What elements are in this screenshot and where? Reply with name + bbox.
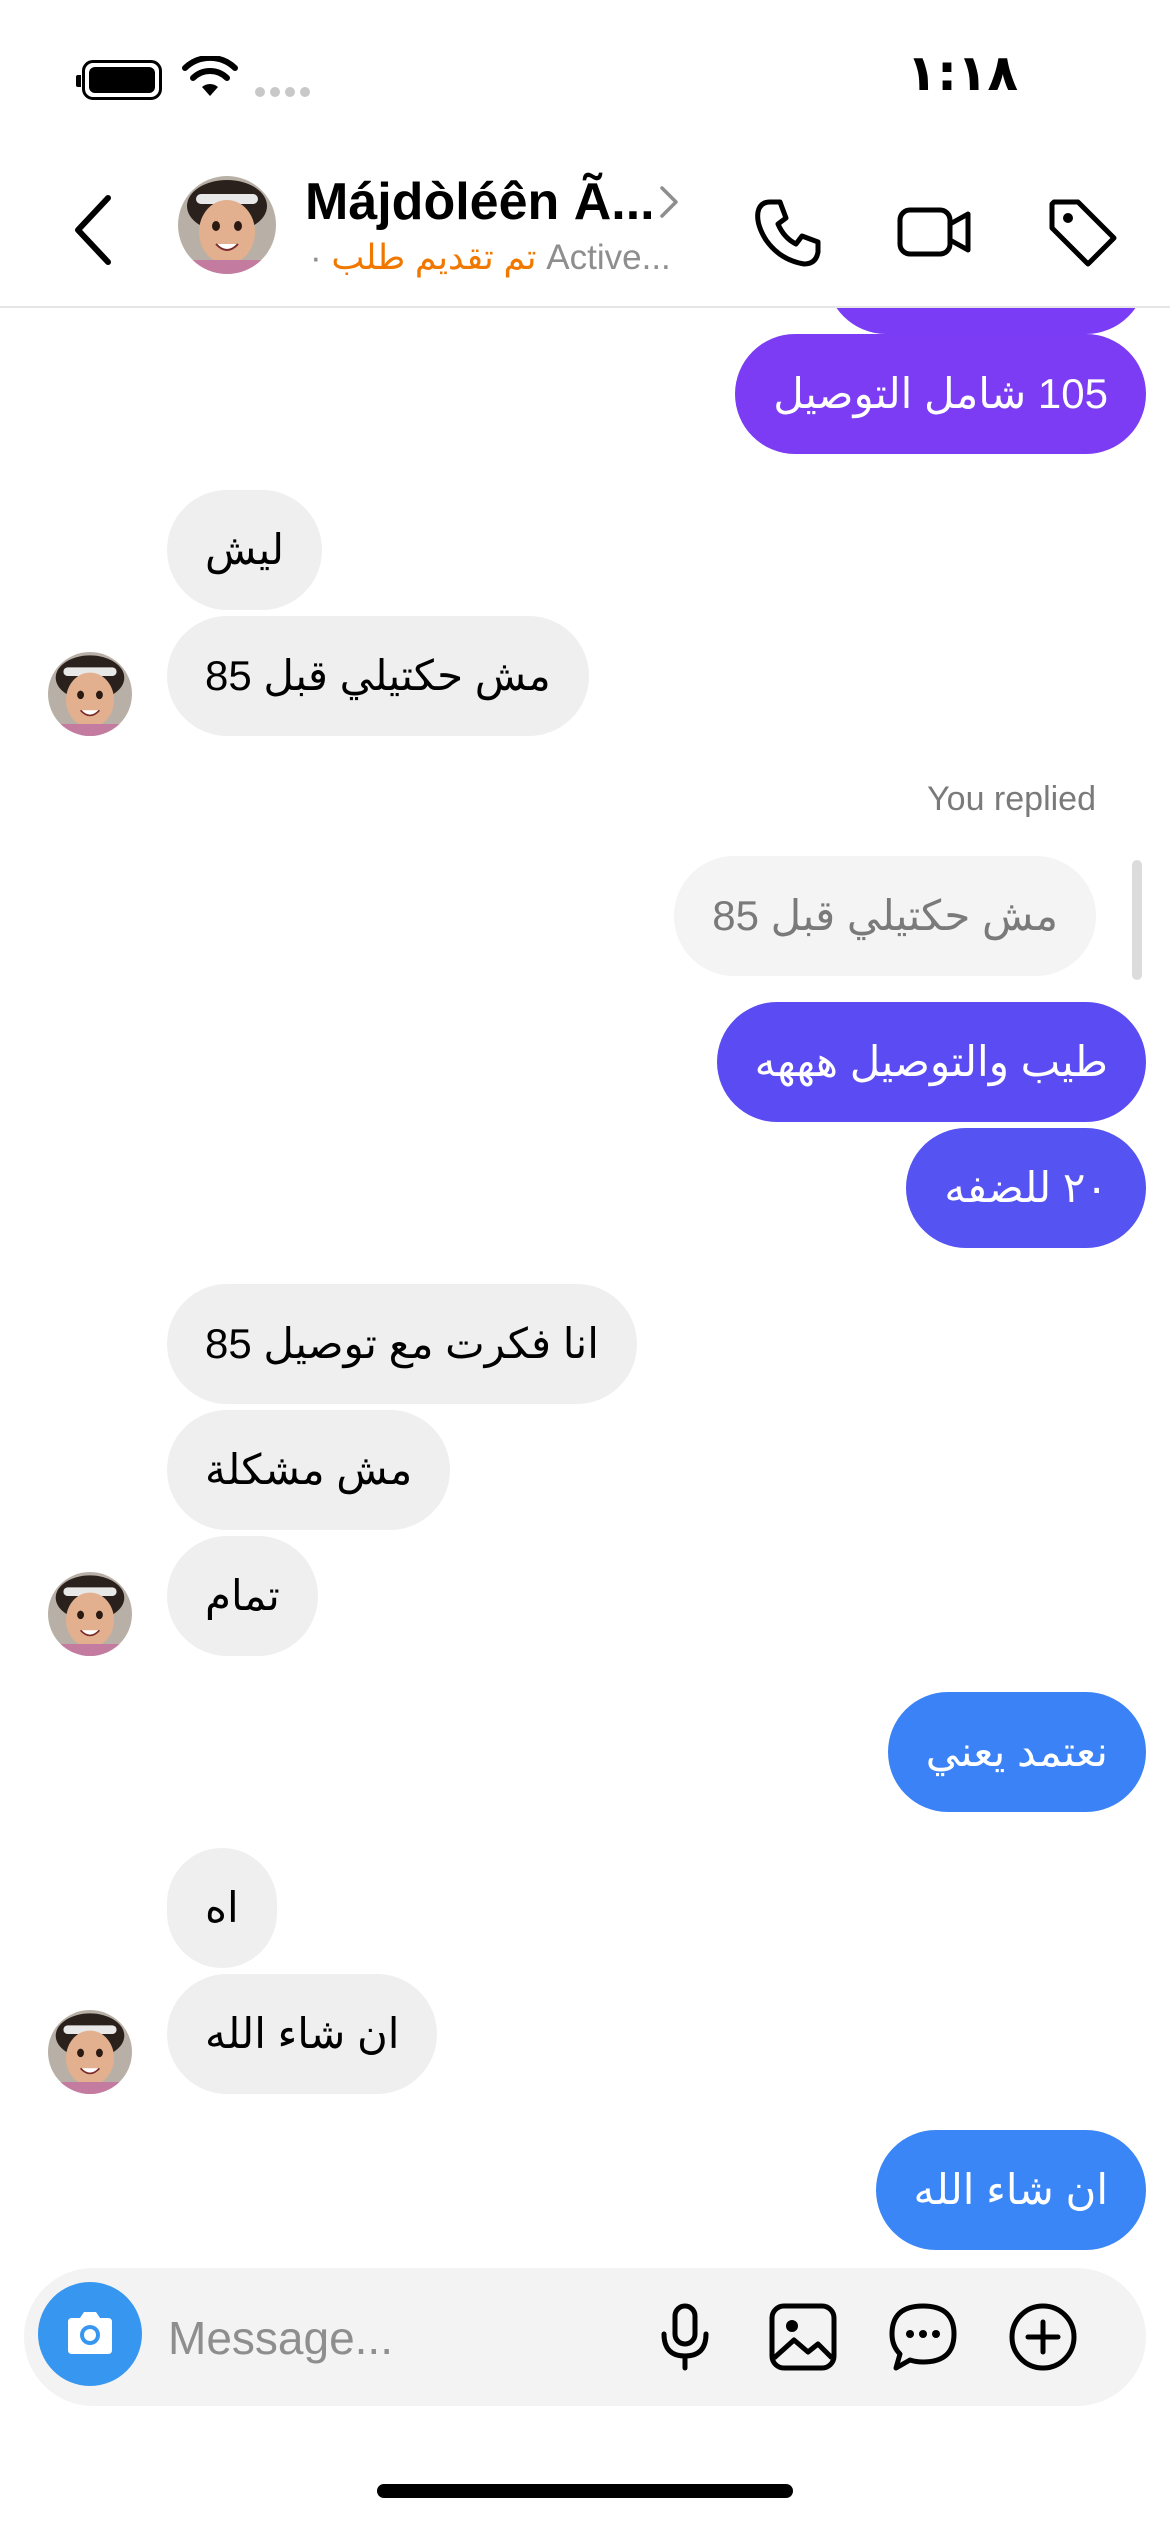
cell-signal-icon: [255, 84, 315, 97]
sender-avatar[interactable]: [48, 2010, 132, 2094]
message-bubble-incoming[interactable]: ان شاء الله: [167, 1974, 438, 2094]
message-bubble-outgoing[interactable]: نعتمد يعني: [887, 1692, 1146, 1812]
camera-button[interactable]: [38, 2282, 142, 2386]
message-thread: 105 شامل التوصيل ليش مش حكتيلي قبل 85 Yo…: [0, 308, 1170, 2268]
message-input[interactable]: [168, 2298, 628, 2378]
wifi-icon: [182, 56, 238, 96]
contact-avatar[interactable]: [178, 176, 276, 274]
back-arrow-icon[interactable]: [66, 190, 122, 270]
microphone-icon[interactable]: [648, 2300, 722, 2374]
you-replied-label: You replied: [927, 780, 1096, 818]
quoted-message[interactable]: مش حكتيلي قبل 85: [674, 856, 1096, 976]
home-indicator[interactable]: [377, 2484, 793, 2498]
add-circle-icon[interactable]: [1006, 2300, 1080, 2374]
chevron-right-icon[interactable]: [654, 180, 684, 224]
contact-name[interactable]: Májdòléên Ã...: [305, 172, 655, 232]
sticker-chat-icon[interactable]: [886, 2300, 960, 2374]
separator-dot: ·: [310, 238, 322, 277]
phone-icon[interactable]: [750, 194, 826, 270]
dm-conversation-screen: ١:١٨ Májdòléên Ã... · تم تقديم طلب Activ…: [0, 0, 1170, 2532]
battery-icon: [76, 60, 162, 100]
message-bubble-incoming[interactable]: مش مشكلة: [167, 1410, 451, 1530]
image-icon[interactable]: [766, 2300, 840, 2374]
active-status: Active...: [546, 238, 671, 277]
message-bubble-incoming[interactable]: انا فكرت مع توصيل 85: [167, 1284, 637, 1404]
message-bubble-outgoing[interactable]: ٢٠ للضفه: [906, 1128, 1146, 1248]
conversation-header: Májdòléên Ã... · تم تقديم طلب Active...: [0, 150, 1170, 308]
video-camera-icon[interactable]: [896, 194, 972, 270]
camera-icon: [68, 2312, 112, 2354]
sender-avatar[interactable]: [48, 652, 132, 736]
status-time: ١:١٨: [906, 44, 1018, 102]
message-bubble-outgoing[interactable]: [826, 308, 1146, 334]
message-bubble-outgoing[interactable]: ان شاء الله: [875, 2130, 1146, 2250]
request-status: تم تقديم طلب: [331, 238, 537, 277]
message-bubble-outgoing[interactable]: 105 شامل التوصيل: [735, 334, 1146, 454]
message-bubble-incoming[interactable]: مش حكتيلي قبل 85: [167, 616, 589, 736]
contact-subtitle: · تم تقديم طلب Active...: [310, 238, 671, 278]
message-bubble-incoming[interactable]: اه: [167, 1848, 277, 1968]
message-bubble-incoming[interactable]: ليش: [167, 490, 323, 610]
status-bar: ١:١٨: [0, 0, 1170, 150]
message-bubble-outgoing[interactable]: طيب والتوصيل هههه: [716, 1002, 1146, 1122]
message-composer: [24, 2268, 1146, 2406]
sender-avatar[interactable]: [48, 1572, 132, 1656]
tag-icon[interactable]: [1044, 194, 1120, 270]
reply-indicator-bar: [1132, 860, 1142, 980]
message-bubble-incoming[interactable]: تمام: [167, 1536, 318, 1656]
